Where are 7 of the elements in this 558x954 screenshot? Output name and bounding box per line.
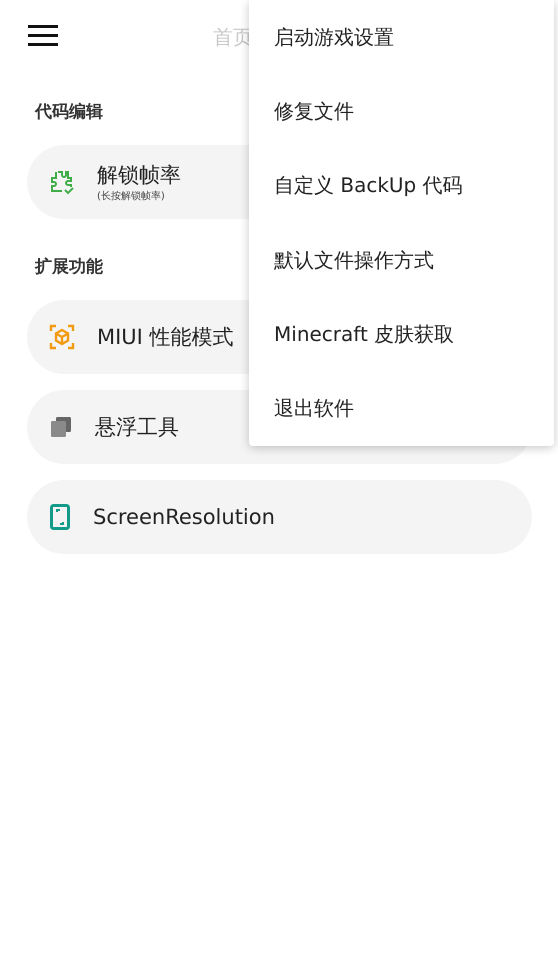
feature-label: MIUI 性能模式 bbox=[97, 324, 234, 351]
feature-label: ScreenResolution bbox=[93, 505, 275, 529]
feature-label: 解锁帧率 bbox=[97, 162, 181, 189]
feature-hint: (长按解锁帧率) bbox=[97, 190, 166, 203]
section-title: 代码编辑 bbox=[34, 101, 103, 123]
section-title: 扩展功能 bbox=[34, 256, 103, 278]
feature-label: 悬浮工具 bbox=[95, 414, 179, 441]
